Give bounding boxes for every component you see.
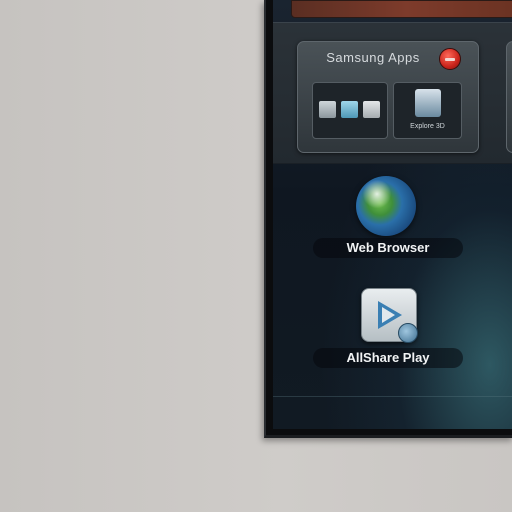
- samsung-apps-panel[interactable]: Samsung Apps Explore 3D: [297, 41, 479, 153]
- play-triangle-highlight: [382, 307, 395, 323]
- screen-divider: [273, 396, 512, 397]
- explore-3d-icon: [415, 89, 441, 117]
- globe-icon: [356, 176, 416, 236]
- tv-screen: Samsung Apps Explore 3D Web Browser AllS…: [273, 0, 512, 429]
- explore-3d-label: Explore 3D: [410, 123, 445, 130]
- explore-3d-tile[interactable]: Explore 3D: [393, 82, 462, 139]
- app-tile-icon: [319, 101, 336, 118]
- web-browser-app[interactable]: Web Browser: [313, 172, 463, 262]
- tv-bezel: Samsung Apps Explore 3D Web Browser AllS…: [264, 0, 512, 438]
- samsung-apps-title: Samsung Apps: [326, 50, 420, 65]
- top-banner-strip: [291, 0, 512, 18]
- app-tile-icon: [363, 101, 380, 118]
- notification-badge-icon: [439, 48, 461, 70]
- next-panel-edge[interactable]: [506, 41, 512, 153]
- app-tile-icon: [341, 101, 358, 118]
- smart-hub-top-bar: Samsung Apps Explore 3D: [273, 22, 512, 164]
- allshare-play-app[interactable]: AllShare Play: [313, 282, 463, 372]
- play-icon: [361, 288, 418, 343]
- allshare-play-label: AllShare Play: [313, 348, 463, 368]
- share-overlay-icon: [398, 323, 418, 343]
- apps-thumbnail-grid[interactable]: [312, 82, 388, 139]
- web-browser-label: Web Browser: [313, 238, 463, 258]
